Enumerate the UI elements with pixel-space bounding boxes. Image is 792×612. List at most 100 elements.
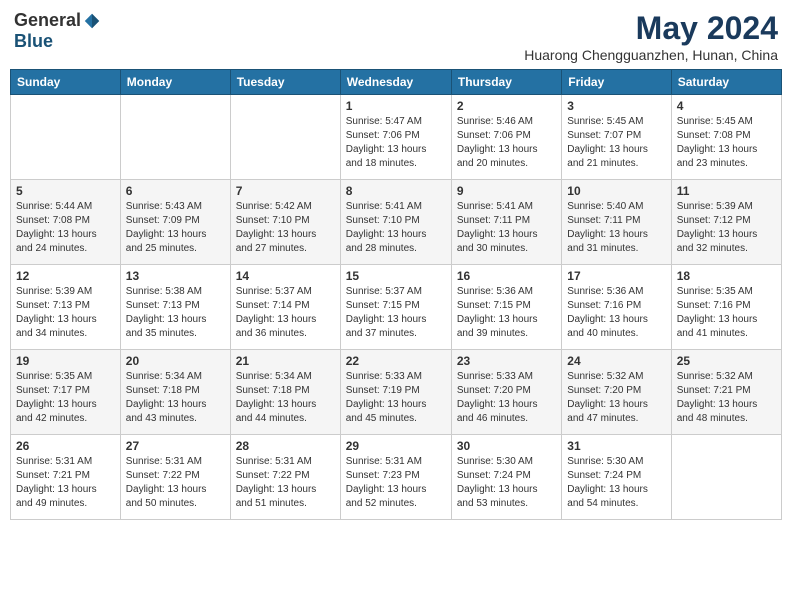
calendar-day-header: Sunday	[11, 70, 121, 95]
day-info: Sunrise: 5:44 AMSunset: 7:08 PMDaylight:…	[16, 200, 115, 256]
day-number: 8	[346, 184, 446, 198]
calendar-cell: 16 Sunrise: 5:36 AMSunset: 7:15 PMDayligh…	[451, 265, 561, 350]
calendar-cell: 19Sunrise: 5:35 AMSunset: 7:17 PMDayligh…	[11, 350, 121, 435]
calendar-week-row: 12 Sunrise: 5:39 AMSunset: 7:13 PMDayligh…	[11, 265, 782, 350]
day-info: Sunrise: 5:30 AMSunset: 7:24 PMDaylight:…	[567, 455, 665, 511]
calendar-table: SundayMondayTuesdayWednesdayThursdayFrid…	[10, 69, 782, 520]
calendar-cell: 7 Sunrise: 5:42 AMSunset: 7:10 PMDaylight…	[230, 180, 340, 265]
calendar-cell: 24 Sunrise: 5:32 AMSunset: 7:20 PMDayligh…	[562, 350, 671, 435]
calendar-cell: 15 Sunrise: 5:37 AMSunset: 7:15 PMDayligh…	[340, 265, 451, 350]
calendar-cell: 18 Sunrise: 5:35 AMSunset: 7:16 PMDayligh…	[671, 265, 781, 350]
calendar-day-header: Saturday	[671, 70, 781, 95]
logo-general-text: General	[14, 10, 81, 31]
title-section: May 2024 Huarong Chengguanzhen, Hunan, C…	[524, 10, 778, 63]
calendar-cell	[671, 435, 781, 520]
day-info: Sunrise: 5:42 AMSunset: 7:10 PMDaylight:…	[236, 200, 335, 256]
calendar-cell: 29Sunrise: 5:31 AMSunset: 7:23 PMDayligh…	[340, 435, 451, 520]
day-number: 26	[16, 439, 115, 453]
day-number: 20	[126, 354, 225, 368]
day-number: 17	[567, 269, 665, 283]
day-info: Sunrise: 5:30 AMSunset: 7:24 PMDaylight:…	[457, 455, 556, 511]
logo-blue-text: Blue	[14, 31, 53, 52]
day-info: Sunrise: 5:35 AMSunset: 7:17 PMDaylight:…	[16, 370, 115, 426]
calendar-cell: 27 Sunrise: 5:31 AMSunset: 7:22 PMDayligh…	[120, 435, 230, 520]
calendar-cell: 3Sunrise: 5:45 AMSunset: 7:07 PMDaylight…	[562, 95, 671, 180]
day-number: 4	[677, 99, 776, 113]
day-number: 28	[236, 439, 335, 453]
calendar-header-row: SundayMondayTuesdayWednesdayThursdayFrid…	[11, 70, 782, 95]
day-info: Sunrise: 5:45 AMSunset: 7:07 PMDaylight:…	[567, 115, 665, 171]
day-number: 27	[126, 439, 225, 453]
calendar-cell: 9 Sunrise: 5:41 AMSunset: 7:11 PMDaylight…	[451, 180, 561, 265]
day-info: Sunrise: 5:33 AMSunset: 7:19 PMDaylight:…	[346, 370, 446, 426]
calendar-cell: 4 Sunrise: 5:45 AMSunset: 7:08 PMDaylight…	[671, 95, 781, 180]
calendar-cell: 13 Sunrise: 5:38 AMSunset: 7:13 PMDayligh…	[120, 265, 230, 350]
day-info: Sunrise: 5:45 AMSunset: 7:08 PMDaylight:…	[677, 115, 776, 171]
day-info: Sunrise: 5:41 AMSunset: 7:10 PMDaylight:…	[346, 200, 446, 256]
calendar-cell: 8 Sunrise: 5:41 AMSunset: 7:10 PMDaylight…	[340, 180, 451, 265]
day-info: Sunrise: 5:31 AMSunset: 7:22 PMDaylight:…	[236, 455, 335, 511]
day-info: Sunrise: 5:39 AMSunset: 7:12 PMDaylight:…	[677, 200, 776, 256]
calendar-cell: 30 Sunrise: 5:30 AMSunset: 7:24 PMDayligh…	[451, 435, 561, 520]
day-info: Sunrise: 5:34 AMSunset: 7:18 PMDaylight:…	[126, 370, 225, 426]
day-number: 22	[346, 354, 446, 368]
day-number: 14	[236, 269, 335, 283]
day-info: Sunrise: 5:38 AMSunset: 7:13 PMDaylight:…	[126, 285, 225, 341]
day-number: 10	[567, 184, 665, 198]
day-info: Sunrise: 5:33 AMSunset: 7:20 PMDaylight:…	[457, 370, 556, 426]
calendar-week-row: 19Sunrise: 5:35 AMSunset: 7:17 PMDayligh…	[11, 350, 782, 435]
day-info: Sunrise: 5:39 AMSunset: 7:13 PMDaylight:…	[16, 285, 115, 341]
day-info: Sunrise: 5:34 AMSunset: 7:18 PMDaylight:…	[236, 370, 335, 426]
day-number: 13	[126, 269, 225, 283]
day-number: 1	[346, 99, 446, 113]
calendar-day-header: Thursday	[451, 70, 561, 95]
day-number: 29	[346, 439, 446, 453]
calendar-cell: 17 Sunrise: 5:36 AMSunset: 7:16 PMDayligh…	[562, 265, 671, 350]
day-info: Sunrise: 5:36 AMSunset: 7:15 PMDaylight:…	[457, 285, 556, 341]
day-number: 9	[457, 184, 556, 198]
day-info: Sunrise: 5:37 AMSunset: 7:15 PMDaylight:…	[346, 285, 446, 341]
day-info: Sunrise: 5:40 AMSunset: 7:11 PMDaylight:…	[567, 200, 665, 256]
day-info: Sunrise: 5:31 AMSunset: 7:22 PMDaylight:…	[126, 455, 225, 511]
calendar-day-header: Tuesday	[230, 70, 340, 95]
day-info: Sunrise: 5:32 AMSunset: 7:21 PMDaylight:…	[677, 370, 776, 426]
day-info: Sunrise: 5:35 AMSunset: 7:16 PMDaylight:…	[677, 285, 776, 341]
day-number: 16	[457, 269, 556, 283]
day-number: 18	[677, 269, 776, 283]
day-number: 23	[457, 354, 556, 368]
calendar-day-header: Friday	[562, 70, 671, 95]
day-info: Sunrise: 5:31 AMSunset: 7:21 PMDaylight:…	[16, 455, 115, 511]
day-number: 30	[457, 439, 556, 453]
day-number: 7	[236, 184, 335, 198]
day-number: 21	[236, 354, 335, 368]
calendar-cell	[120, 95, 230, 180]
calendar-cell: 10 Sunrise: 5:40 AMSunset: 7:11 PMDayligh…	[562, 180, 671, 265]
calendar-cell: 6 Sunrise: 5:43 AMSunset: 7:09 PMDaylight…	[120, 180, 230, 265]
day-number: 5	[16, 184, 115, 198]
calendar-cell: 20 Sunrise: 5:34 AMSunset: 7:18 PMDayligh…	[120, 350, 230, 435]
day-number: 11	[677, 184, 776, 198]
calendar-day-header: Monday	[120, 70, 230, 95]
day-number: 15	[346, 269, 446, 283]
day-info: Sunrise: 5:41 AMSunset: 7:11 PMDaylight:…	[457, 200, 556, 256]
calendar-cell	[230, 95, 340, 180]
logo-icon	[83, 12, 101, 30]
logo: General Blue	[14, 10, 101, 52]
day-info: Sunrise: 5:36 AMSunset: 7:16 PMDaylight:…	[567, 285, 665, 341]
calendar-cell: 23 Sunrise: 5:33 AMSunset: 7:20 PMDayligh…	[451, 350, 561, 435]
calendar-cell	[11, 95, 121, 180]
day-number: 2	[457, 99, 556, 113]
main-title: May 2024	[524, 10, 778, 47]
day-number: 24	[567, 354, 665, 368]
calendar-cell: 11 Sunrise: 5:39 AMSunset: 7:12 PMDayligh…	[671, 180, 781, 265]
day-info: Sunrise: 5:37 AMSunset: 7:14 PMDaylight:…	[236, 285, 335, 341]
day-info: Sunrise: 5:32 AMSunset: 7:20 PMDaylight:…	[567, 370, 665, 426]
calendar-cell: 31 Sunrise: 5:30 AMSunset: 7:24 PMDayligh…	[562, 435, 671, 520]
day-number: 6	[126, 184, 225, 198]
day-info: Sunrise: 5:47 AMSunset: 7:06 PMDaylight:…	[346, 115, 446, 171]
day-info: Sunrise: 5:43 AMSunset: 7:09 PMDaylight:…	[126, 200, 225, 256]
calendar-week-row: 26 Sunrise: 5:31 AMSunset: 7:21 PMDayligh…	[11, 435, 782, 520]
calendar-day-header: Wednesday	[340, 70, 451, 95]
day-number: 31	[567, 439, 665, 453]
day-number: 12	[16, 269, 115, 283]
